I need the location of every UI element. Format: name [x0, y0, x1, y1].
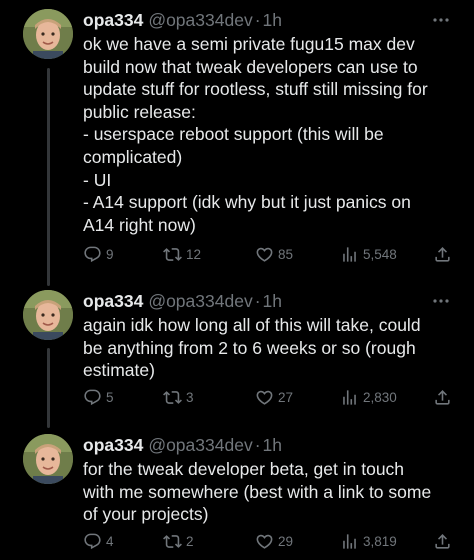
retweet-button[interactable]: 3 — [163, 386, 194, 408]
heart-icon — [256, 534, 273, 549]
user-handle[interactable]: @opa334dev — [148, 291, 252, 311]
tweet-text: for the tweak developer beta, get in tou… — [83, 458, 453, 526]
tweet-text-line: - userspace reboot support (this will be — [83, 124, 384, 145]
reply-icon — [84, 533, 101, 549]
tweet-text-line: - UI — [83, 169, 112, 190]
tweet-text-line: complicated) — [83, 146, 183, 167]
reply-button[interactable]: 4 — [83, 530, 114, 552]
thread-connector-line — [47, 68, 50, 286]
like-button[interactable]: 27 — [255, 386, 293, 408]
tweet-header: opa334 @opa334dev · 1h — [83, 290, 282, 312]
share-button[interactable] — [433, 530, 452, 552]
tweet-text-line: update stuff for rootless, stuff still m… — [83, 79, 428, 100]
timestamp[interactable]: 1h — [263, 10, 282, 30]
timestamp[interactable]: 1h — [263, 291, 282, 311]
like-count: 27 — [278, 389, 294, 405]
user-handle[interactable]: @opa334dev — [148, 10, 252, 30]
tweet-text-line: A14 right now) — [83, 214, 196, 235]
retweet-count: 12 — [186, 246, 202, 262]
views-chart-icon — [343, 533, 356, 549]
tweet-text-line: ok we have a semi private fugu15 max dev — [83, 34, 415, 54]
tweet-actions: 9 12 85 5,548 — [83, 243, 455, 265]
views-chart-icon — [343, 389, 356, 405]
share-button[interactable] — [433, 386, 452, 408]
display-name[interactable]: opa334 — [83, 10, 143, 30]
reply-button[interactable]: 5 — [83, 386, 114, 408]
like-count: 85 — [278, 246, 294, 262]
avatar-photo-icon — [23, 9, 73, 59]
avatar-photo-icon — [23, 290, 73, 340]
reply-button[interactable]: 9 — [83, 243, 114, 265]
share-button[interactable] — [433, 243, 452, 265]
reply-icon — [84, 389, 101, 405]
more-dots-icon[interactable] — [432, 11, 450, 29]
like-button[interactable]: 85 — [255, 243, 293, 265]
tweet-actions: 4 2 29 3,819 — [83, 530, 455, 552]
tweet-text-line: public release: — [83, 101, 196, 122]
heart-icon — [256, 247, 273, 262]
reply-icon — [84, 246, 101, 262]
retweet-icon — [163, 534, 182, 548]
separator-dot: · — [254, 435, 261, 455]
views-button[interactable]: 5,548 — [340, 243, 397, 265]
avatar[interactable] — [23, 9, 73, 59]
tweet-text-line: estimate) — [83, 360, 155, 381]
more-dots-icon[interactable] — [432, 292, 450, 310]
reply-count: 9 — [106, 246, 114, 262]
display-name[interactable]: opa334 — [83, 291, 143, 311]
retweet-button[interactable]: 2 — [163, 530, 194, 552]
tweet-text-line: - A14 support (idk why but it just panic… — [83, 192, 411, 213]
timestamp[interactable]: 1h — [263, 435, 282, 455]
views-button[interactable]: 2,830 — [340, 386, 397, 408]
like-button[interactable]: 29 — [255, 530, 293, 552]
tweet-text-line: again idk how long all of this will take… — [83, 315, 421, 335]
share-icon — [435, 246, 450, 262]
tweet-header: opa334 @opa334dev · 1h — [83, 9, 282, 31]
retweet-button[interactable]: 12 — [163, 243, 201, 265]
views-button[interactable]: 3,819 — [340, 530, 397, 552]
display-name[interactable]: opa334 — [83, 435, 143, 455]
tweet-text-line: build now that tweak developers can use … — [83, 56, 418, 77]
separator-dot: · — [254, 291, 261, 311]
share-icon — [435, 389, 450, 405]
reply-count: 4 — [106, 533, 114, 549]
retweet-count: 2 — [186, 533, 194, 549]
tweet-text-line: with me somewhere (best with a link to s… — [83, 481, 432, 502]
view-count: 5,548 — [363, 246, 397, 262]
tweet-text-line: be anything from 2 to 6 weeks or so (rou… — [83, 337, 416, 358]
retweet-icon — [163, 390, 182, 404]
thread-connector-line — [47, 348, 50, 428]
tweet-actions: 5 3 27 2,830 — [83, 386, 455, 408]
view-count: 2,830 — [363, 389, 397, 405]
tweet-header: opa334 @opa334dev · 1h — [83, 434, 282, 456]
avatar[interactable] — [23, 290, 73, 340]
user-handle[interactable]: @opa334dev — [148, 435, 252, 455]
avatar[interactable] — [23, 434, 73, 484]
tweet-text-line: for the tweak developer beta, get in tou… — [83, 459, 405, 479]
retweet-icon — [163, 247, 182, 261]
share-icon — [435, 533, 450, 549]
retweet-count: 3 — [186, 389, 194, 405]
tweet-text: again idk how long all of this will take… — [83, 314, 453, 382]
heart-icon — [256, 390, 273, 405]
like-count: 29 — [278, 533, 294, 549]
views-chart-icon — [343, 246, 356, 262]
tweet-text: ok we have a semi private fugu15 max dev… — [83, 33, 453, 236]
reply-count: 5 — [106, 389, 114, 405]
separator-dot: · — [254, 10, 261, 30]
avatar-photo-icon — [23, 434, 73, 484]
view-count: 3,819 — [363, 533, 397, 549]
tweet-text-line: of your projects) — [83, 504, 209, 525]
